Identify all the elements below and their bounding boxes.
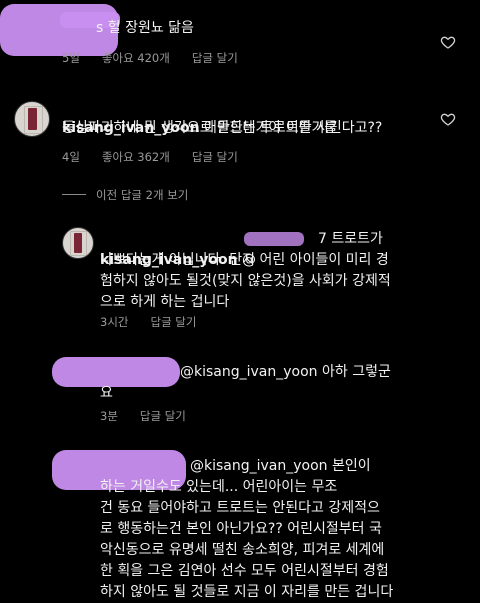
comment-meta: 5일 좋아요 420개 답글 달기	[62, 50, 260, 66]
reply-time: 3분	[100, 409, 118, 423]
view-previous-replies[interactable]: 이전 답글 2개 보기	[96, 187, 188, 203]
avatar[interactable]	[62, 227, 94, 259]
comment-time: 5일	[62, 51, 80, 65]
reply-text: 7 트로트가	[318, 231, 383, 247]
like-heart-icon[interactable]	[440, 34, 456, 50]
reply-time: 3시간	[100, 315, 129, 329]
reply-text: @kisang_ivan_yoon 아하 그렇군	[180, 364, 391, 380]
reply-text: @kisang_ivan_yoon 본인이	[190, 458, 371, 474]
redaction-mark	[244, 232, 304, 246]
reply-text-body: 하는 거일수도 있는데... 어린아이는 무조 건 동요 들어야하고 트로트는 …	[100, 479, 394, 600]
like-heart-icon[interactable]	[440, 111, 456, 127]
comment-text: s 헐 장원뇨 닮음	[96, 20, 194, 36]
reply-button[interactable]: 답글 달기	[140, 409, 186, 423]
replies-divider	[62, 194, 86, 195]
comment-time: 4일	[62, 150, 80, 164]
reply-button[interactable]: 답글 달기	[192, 51, 238, 65]
reply-meta: 3분 답글 달기	[100, 408, 208, 424]
redaction-mark	[52, 357, 180, 387]
likes-count[interactable]: 좋아요 420개	[102, 51, 170, 65]
reply-button[interactable]: 답글 달기	[150, 315, 196, 329]
comment-meta: 4일 좋아요 362개 답글 달기	[62, 149, 260, 165]
likes-count[interactable]: 좋아요 362개	[102, 150, 170, 164]
reply-text-line: 요	[100, 385, 113, 401]
reply-meta: 3시간 답글 달기	[100, 314, 218, 330]
avatar[interactable]	[14, 101, 50, 137]
reply-text-body: 나쁘다는게 아닙니다. 단지 어린 아이들이 미리 경 험하지 않아도 될것(맞…	[100, 252, 391, 310]
reply-button[interactable]: 답글 달기	[192, 150, 238, 164]
comment-text-line: 동심파괴하네 뭔 생각으로 만드는거야 이딴거를	[62, 120, 338, 136]
